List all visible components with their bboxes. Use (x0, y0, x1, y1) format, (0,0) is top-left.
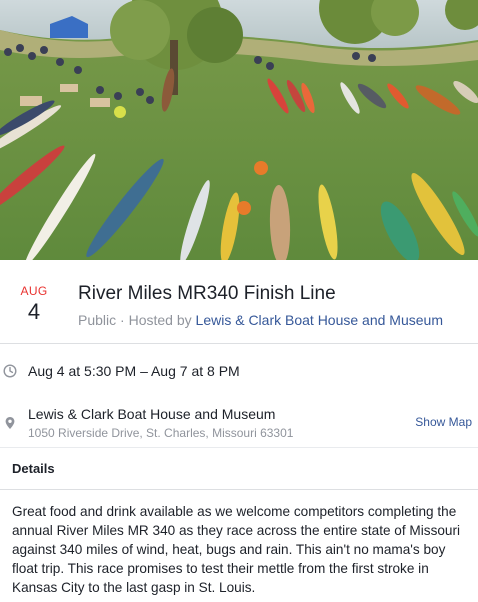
meta-separator: · (116, 312, 129, 328)
event-visibility: Public (78, 312, 117, 328)
event-location-row: Lewis & Clark Boat House and Museum 1050… (0, 400, 478, 448)
clock-icon (3, 364, 17, 378)
hosted-by-label: Hosted by (128, 312, 196, 328)
details-heading: Details (12, 461, 55, 476)
location-address: 1050 Riverside Drive, St. Charles, Misso… (28, 426, 294, 440)
event-time: Aug 4 at 5:30 PM – Aug 7 at 8 PM (28, 363, 240, 379)
details-section-header: Details (0, 450, 478, 490)
event-privacy-host: Public · Hosted by Lewis & Clark Boat Ho… (78, 311, 443, 329)
description-line: against 340 miles of wind, heat, bugs an… (12, 542, 446, 557)
show-map-link[interactable]: Show Map (415, 415, 472, 429)
event-cover-photo[interactable] (0, 0, 478, 260)
event-date-day: 4 (27, 299, 41, 324)
location-name[interactable]: Lewis & Clark Boat House and Museum (28, 406, 275, 422)
cover-photo-illustration (0, 0, 478, 260)
event-title[interactable]: River Miles MR340 Finish Line (78, 282, 336, 306)
description-line: Great food and drink available as we wel… (12, 504, 457, 519)
event-date-badge: AUG 4 (14, 284, 54, 326)
description-line: float trip. This race promises to test t… (12, 561, 429, 576)
description-line: annual River Miles MR 340 as they race a… (12, 523, 461, 538)
event-description: Great food and drink available as we wel… (12, 502, 478, 597)
event-date-month: AUG (20, 284, 48, 298)
host-link[interactable]: Lewis & Clark Boat House and Museum (196, 312, 443, 328)
description-line: Kansas City to the last gasp in St. Loui… (12, 580, 256, 595)
event-header: AUG 4 River Miles MR340 Finish Line Publ… (0, 260, 478, 344)
event-time-row: Aug 4 at 5:30 PM – Aug 7 at 8 PM (0, 354, 478, 390)
map-pin-icon (5, 417, 15, 429)
